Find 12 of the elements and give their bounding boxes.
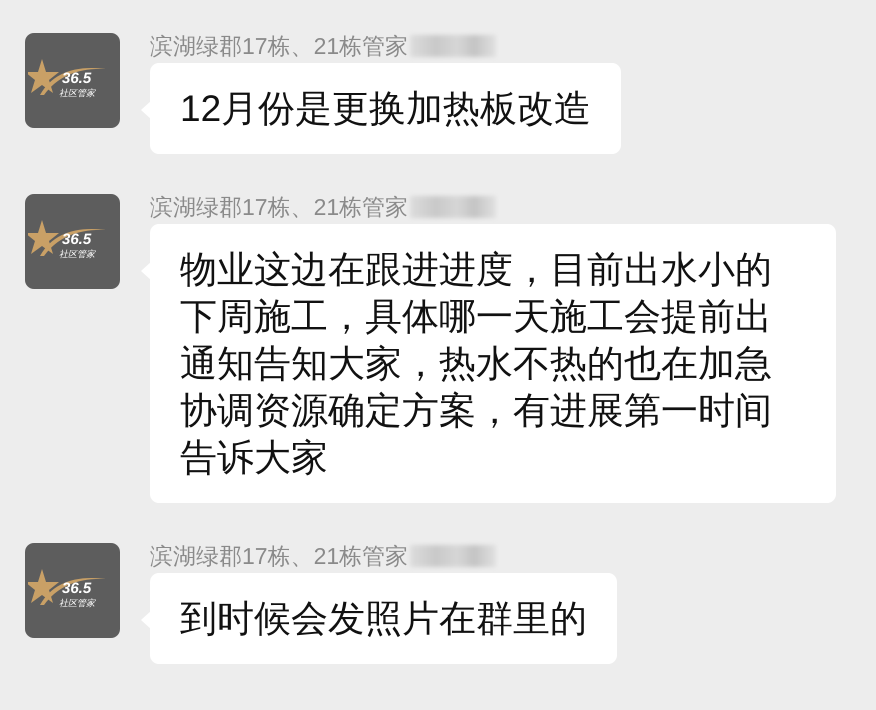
avatar[interactable]: 36.5 社区管家 (25, 543, 120, 638)
sender-name: 滨湖绿郡17栋、21栋管家 (150, 33, 408, 59)
logo-caption: 社区管家 (59, 598, 95, 608)
avatar[interactable]: 36.5 社区管家 (25, 194, 120, 289)
logo-number: 36.5 (62, 232, 92, 248)
sender-name: 滨湖绿郡17栋、21栋管家 (150, 543, 408, 569)
logo-caption: 社区管家 (59, 88, 95, 98)
logo-number: 36.5 (62, 581, 92, 597)
sender-name: 滨湖绿郡17栋、21栋管家 (150, 194, 408, 220)
avatar[interactable]: 36.5 社区管家 (25, 33, 120, 128)
logo-number: 36.5 (62, 71, 92, 87)
logo-caption: 社区管家 (59, 249, 95, 259)
